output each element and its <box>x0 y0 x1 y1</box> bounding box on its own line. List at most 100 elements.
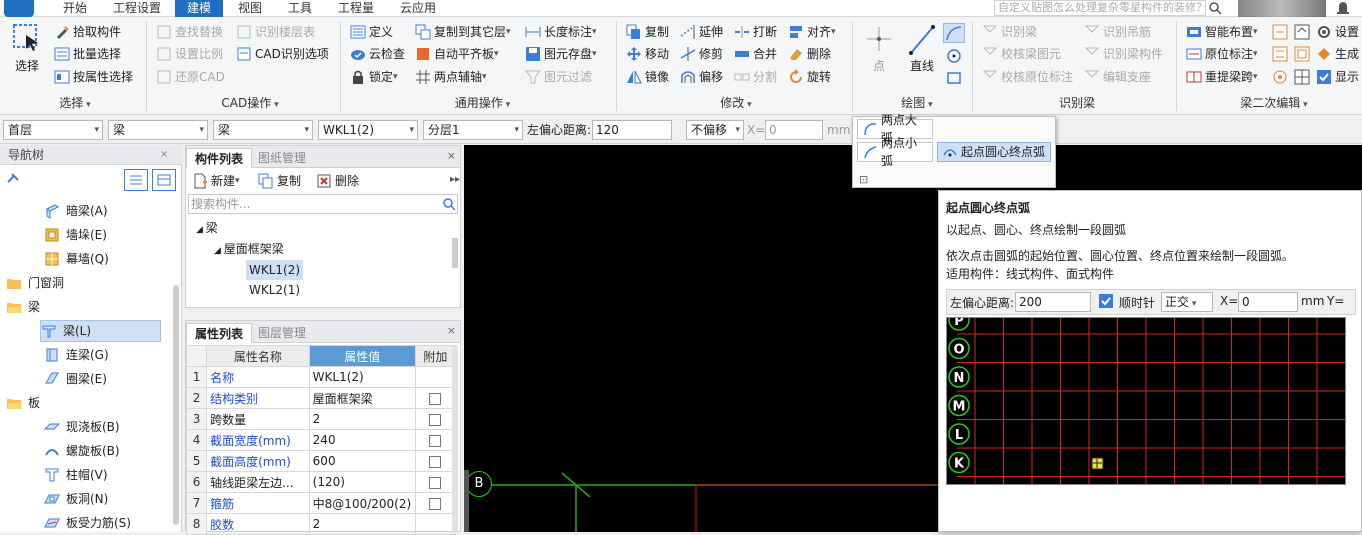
nav-close-icon[interactable]: × <box>160 149 168 160</box>
element-filter-button[interactable]: 图元过滤 <box>525 67 592 87</box>
type-select[interactable]: 梁 <box>213 120 313 140</box>
pin-icon[interactable]: ⊡ <box>859 173 868 186</box>
select-group-label[interactable]: 选择 <box>20 95 130 111</box>
beam-edit-icon-6[interactable] <box>1294 69 1310 85</box>
property-row[interactable]: 3 跨数量 2 <box>185 408 457 430</box>
property-scrollbar[interactable] <box>452 345 458 531</box>
save-elements-button[interactable]: 图元存盘 <box>525 44 597 64</box>
property-extra-checkbox[interactable] <box>429 476 442 489</box>
rectangle-tool-icon[interactable] <box>945 69 963 87</box>
generate-button[interactable]: 生成 <box>1316 44 1359 64</box>
property-extra-checkbox[interactable] <box>429 413 442 426</box>
cad-options-button[interactable]: CAD识别选项 <box>236 44 329 64</box>
layer-select[interactable]: 分层1 <box>423 120 523 140</box>
tab-component-list[interactable]: 构件列表 <box>186 148 253 168</box>
new-component-button[interactable]: 新建 <box>192 171 240 191</box>
recognize-floor-table-button[interactable]: 识别楼层表 <box>236 22 315 42</box>
tab-property-list[interactable]: 属性列表 <box>186 323 253 343</box>
tree-node-wkl2[interactable]: WKL2(1) <box>249 283 300 297</box>
rotate-button[interactable]: 旋转 <box>788 67 831 87</box>
nav-item-slab-rebar[interactable]: 板受力筋(S) <box>44 512 131 534</box>
auto-align-slab-button[interactable]: 自动平齐板 <box>415 44 499 64</box>
break-button[interactable]: 打断 <box>734 22 777 42</box>
tree-node-wkl1[interactable]: WKL1(2) <box>246 260 304 280</box>
close-icon[interactable]: × <box>447 149 456 162</box>
circle-tool-icon[interactable] <box>945 47 963 65</box>
property-value[interactable]: 中8@100/200(2) <box>308 492 416 514</box>
floor-select[interactable]: 首层 <box>3 120 103 140</box>
close-icon[interactable]: × <box>447 324 456 337</box>
menu-cloud[interactable]: 云应用 <box>392 0 444 17</box>
beam-edit-icon-4[interactable] <box>1294 24 1310 40</box>
list-view-icon[interactable] <box>124 169 148 191</box>
general-group-label[interactable]: 通用操作 <box>350 95 615 111</box>
property-value[interactable]: 屋面框架梁 <box>308 387 416 409</box>
menu-project-settings[interactable]: 工程设置 <box>104 0 170 17</box>
length-dimension-button[interactable]: 长度标注 <box>525 22 597 42</box>
copy-component-button[interactable]: 复制 <box>258 171 301 191</box>
tree-node-roof-frame-beam[interactable]: ◢ 屋面框架梁 <box>214 239 284 259</box>
arc-tool-button[interactable] <box>943 23 965 43</box>
property-row[interactable]: 6 轴线距梁左边... (120) <box>185 471 457 493</box>
batch-select-button[interactable]: 批量选择 <box>54 44 121 64</box>
smart-layout-button[interactable]: 智能布置 <box>1186 22 1258 42</box>
canvas-scrollbar[interactable] <box>464 470 469 532</box>
recognize-beam-component-button[interactable]: 识别梁构件 <box>1084 44 1163 64</box>
property-extra-checkbox[interactable] <box>429 434 442 447</box>
set-scale-button[interactable]: 设置比例 <box>156 44 223 64</box>
nav-scrollbar[interactable] <box>173 285 179 525</box>
split-button[interactable]: 分割 <box>734 67 777 87</box>
property-row[interactable]: 7 箍筋 中8@100/200(2) <box>185 492 457 514</box>
delete-button[interactable]: 删除 <box>788 44 831 64</box>
property-value[interactable]: (120) <box>308 471 416 493</box>
define-button[interactable]: 定义 <box>350 22 393 42</box>
restore-cad-button[interactable]: 还原CAD <box>156 67 225 87</box>
menu-tools[interactable]: 工具 <box>280 0 320 17</box>
nav-item-beam-l[interactable]: 梁(L) <box>40 320 161 342</box>
select-by-property-button[interactable]: 按属性选择 <box>54 67 133 87</box>
edit-support-button[interactable]: 编辑支座 <box>1084 67 1151 87</box>
menu-quantity[interactable]: 工程量 <box>330 0 382 17</box>
beam-edit-icon-1[interactable] <box>1272 24 1288 40</box>
align-button[interactable]: 对齐 <box>788 22 836 42</box>
property-row[interactable]: 4 截面宽度(mm) 240 <box>185 429 457 451</box>
beam-edit-icon-5[interactable] <box>1294 46 1310 62</box>
check-beam-button[interactable]: 校核梁图元 <box>982 44 1061 64</box>
bell-icon[interactable] <box>1336 0 1350 16</box>
expand-icon[interactable]: ▸▸ <box>450 174 460 185</box>
merge-button[interactable]: 合并 <box>734 44 777 64</box>
category-select[interactable]: 梁 <box>108 120 208 140</box>
nav-item-spiral-slab[interactable]: 螺旋板(B) <box>44 440 120 462</box>
start-center-end-arc-button[interactable]: 起点圆心终点弧 <box>937 142 1051 162</box>
two-point-axis-button[interactable]: 两点辅轴 <box>415 67 487 87</box>
search-icon[interactable] <box>442 197 456 211</box>
re-extract-span-button[interactable]: 重提梁跨 <box>1186 67 1258 87</box>
app-logo[interactable] <box>4 0 34 17</box>
component-search-input[interactable]: 搜索构件... <box>188 194 458 214</box>
tab-layer-management[interactable]: 图层管理 <box>250 323 314 343</box>
user-avatar[interactable] <box>1238 0 1326 17</box>
property-row[interactable]: 2 结构类别 屋面框架梁 <box>185 387 457 409</box>
nav-item-curtain-wall[interactable]: 幕墙(Q) <box>44 248 109 270</box>
modify-group-label[interactable]: 修改 <box>626 95 846 111</box>
recognize-hanger-button[interactable]: 识别吊筋 <box>1084 22 1151 42</box>
nav-item-hidden-beam[interactable]: 暗梁(A) <box>44 200 108 222</box>
settings-button[interactable]: 设置 <box>1316 22 1359 42</box>
cloud-check-button[interactable]: 云检查 <box>350 44 405 64</box>
find-replace-button[interactable]: 查找替换 <box>156 22 223 42</box>
property-value[interactable]: 2 <box>308 513 416 535</box>
nav-item-wall-pier[interactable]: 墙垛(E) <box>44 224 107 246</box>
help-search-input[interactable]: 自定义贴图怎么处理复杂零星构件的装修？ <box>994 0 1206 16</box>
offset-button[interactable]: 偏移 <box>680 67 723 87</box>
point-button[interactable]: 点 <box>862 23 896 74</box>
two-point-small-arc-button[interactable]: 两点小弧 <box>857 136 933 168</box>
property-row[interactable]: 8 胶数 2 <box>185 513 457 535</box>
property-extra-checkbox[interactable] <box>429 455 442 468</box>
menu-modeling[interactable]: 建模 <box>175 0 223 17</box>
in-situ-label-button[interactable]: 原位标注 <box>1186 44 1258 64</box>
component-select[interactable]: WKL1(2) <box>318 120 418 140</box>
nav-folder-slab[interactable]: 板 <box>6 392 40 414</box>
x-input[interactable]: 0 <box>765 120 823 140</box>
component-scrollbar[interactable] <box>452 238 458 268</box>
property-row[interactable]: 5 截面高度(mm) 600 <box>185 450 457 472</box>
